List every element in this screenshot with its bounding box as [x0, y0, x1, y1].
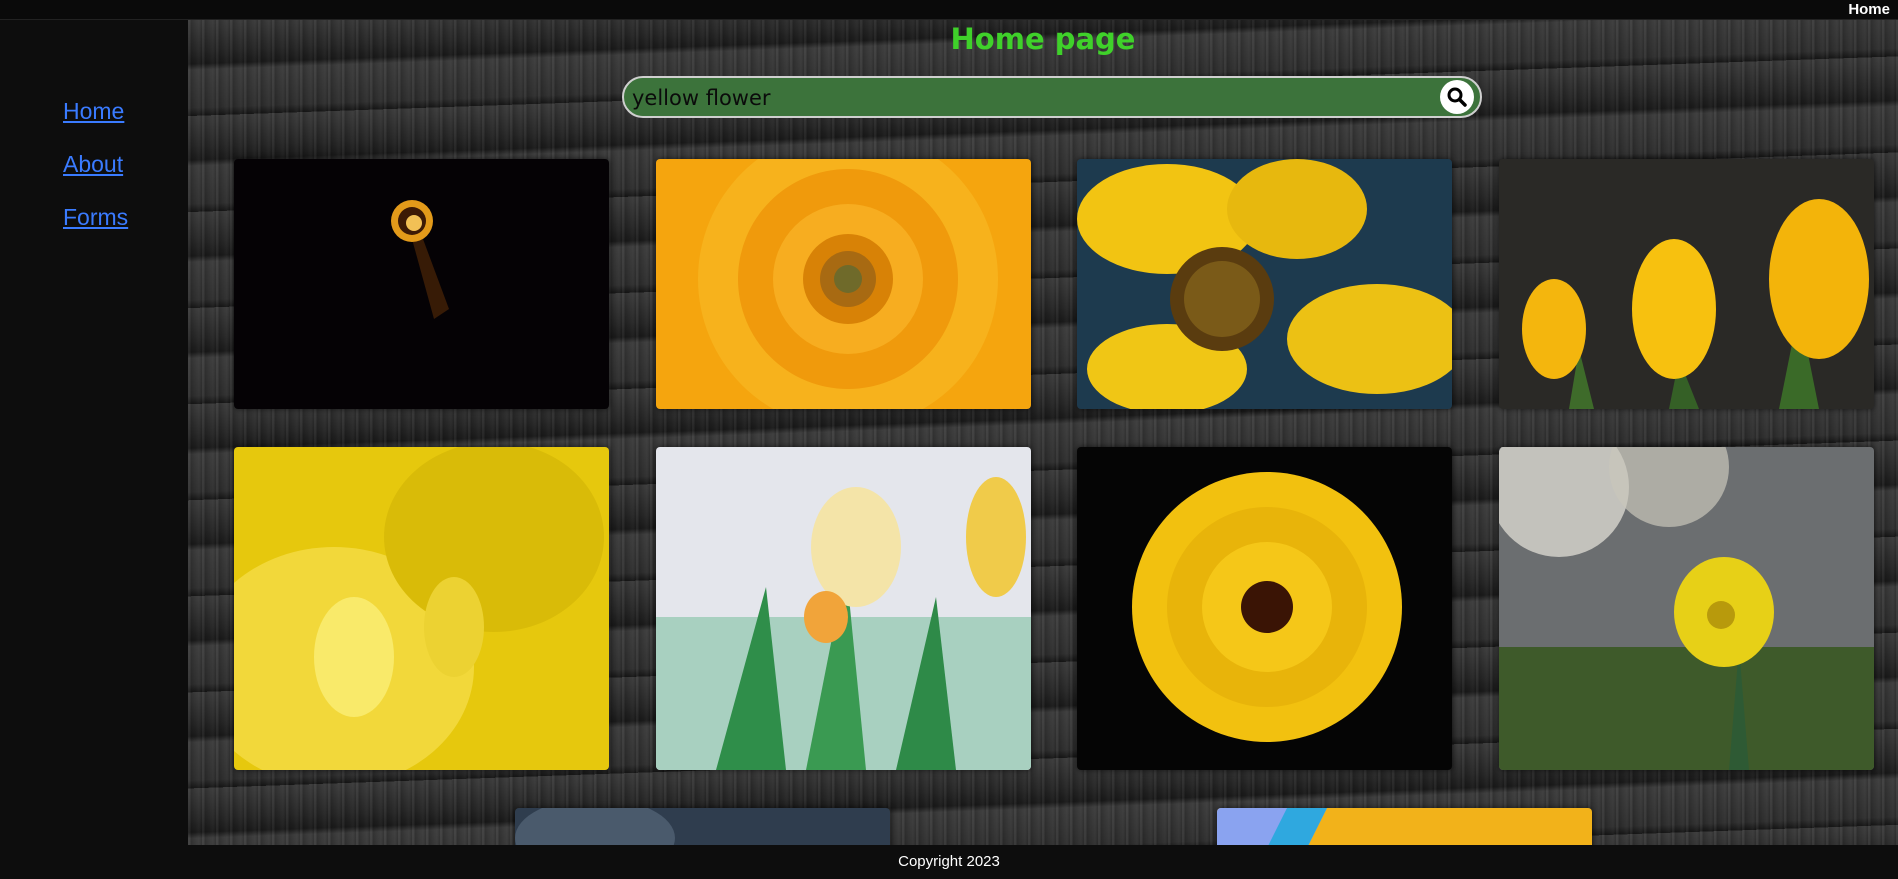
sidebar-link-about[interactable]: About	[63, 151, 123, 178]
search-button[interactable]	[1440, 80, 1474, 114]
sidebar-link-forms[interactable]: Forms	[63, 204, 128, 231]
flower-image	[1077, 159, 1452, 409]
image-tile-4[interactable]	[1499, 159, 1874, 409]
sidebar-link-home[interactable]: Home	[63, 98, 124, 125]
image-tile-2[interactable]	[656, 159, 1031, 409]
search-input[interactable]	[630, 80, 1424, 116]
flower-image	[656, 159, 1031, 409]
image-tile-7[interactable]	[1077, 447, 1452, 770]
flower-image	[234, 447, 609, 770]
flower-image	[515, 808, 890, 845]
main-content: Home page	[188, 20, 1898, 845]
flower-image	[1499, 447, 1874, 770]
flower-image	[1499, 159, 1874, 409]
page-title: Home page	[950, 22, 1136, 56]
magnifier-icon	[1447, 87, 1467, 107]
image-tile-5[interactable]	[234, 447, 609, 770]
sidebar: Home About Forms	[0, 20, 188, 845]
topbar-home-label: Home	[1848, 1, 1890, 18]
flower-image	[1077, 447, 1452, 770]
flower-image	[1217, 808, 1592, 845]
footer: Copyright 2023	[0, 845, 1898, 878]
image-tile-9[interactable]	[515, 808, 890, 845]
image-tile-1[interactable]	[234, 159, 609, 409]
search-bar	[622, 76, 1482, 118]
flower-image	[234, 159, 609, 409]
top-bar: Home	[0, 0, 1898, 20]
flower-image	[656, 447, 1031, 770]
image-tile-3[interactable]	[1077, 159, 1452, 409]
image-tile-8[interactable]	[1499, 447, 1874, 770]
image-tile-6[interactable]	[656, 447, 1031, 770]
image-tile-10[interactable]	[1217, 808, 1592, 845]
